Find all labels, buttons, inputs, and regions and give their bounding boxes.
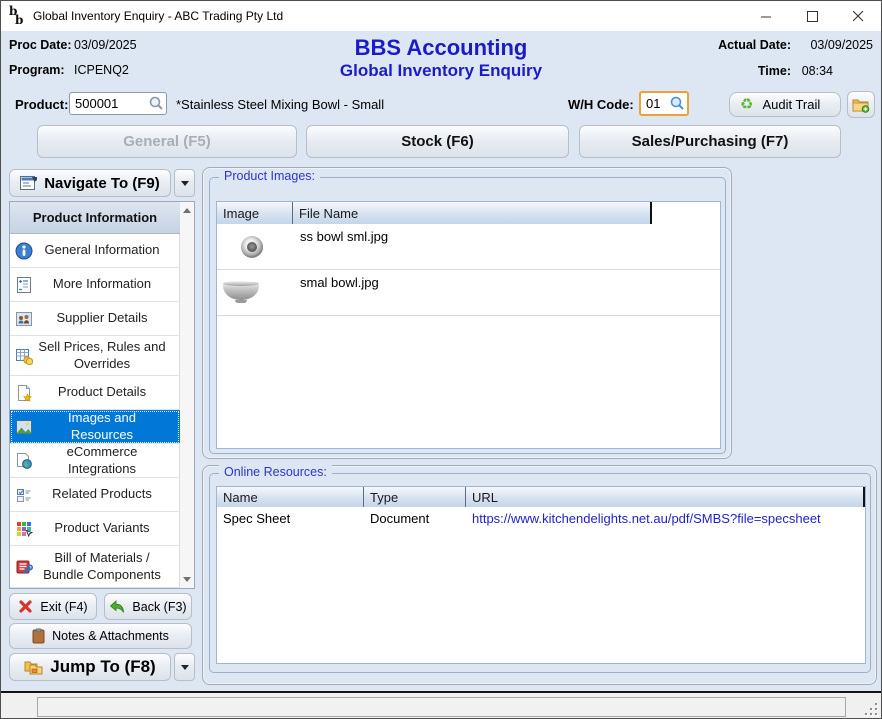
scroll-up-icon[interactable] bbox=[183, 208, 191, 213]
navigate-form-icon bbox=[20, 176, 37, 191]
exit-x-icon bbox=[18, 599, 33, 614]
jump-dropdown-button[interactable] bbox=[174, 653, 195, 681]
column-header-file-name[interactable]: File Name bbox=[293, 202, 652, 224]
jump-to-button[interactable]: Jump To (F8) bbox=[9, 653, 171, 681]
minimize-button[interactable] bbox=[743, 1, 789, 31]
column-header-url[interactable]: URL bbox=[466, 487, 865, 507]
nav-item-product-variants[interactable]: Product Variants bbox=[10, 512, 180, 546]
exit-label: Exit (F4) bbox=[40, 600, 87, 614]
product-description: *Stainless Steel Mixing Bowl - Small bbox=[176, 97, 384, 112]
table-row[interactable]: smal bowl.jpg bbox=[217, 270, 720, 316]
nav-item-images-and-resources[interactable]: Images and Resources bbox=[10, 410, 180, 444]
tab-sales-purchasing[interactable]: Sales/Purchasing (F7) bbox=[579, 125, 841, 158]
app-window: bb Global Inventory Enquiry - ABC Tradin… bbox=[0, 0, 882, 719]
product-search-icon[interactable] bbox=[148, 95, 164, 111]
audit-trail-button[interactable]: ♻ Audit Trail bbox=[729, 92, 841, 117]
maximize-button[interactable] bbox=[789, 1, 835, 31]
product-images-fieldset: Product Images: Image File Name ss bowl … bbox=[209, 177, 726, 454]
product-label: Product: bbox=[15, 97, 68, 112]
navigate-dropdown-button[interactable] bbox=[174, 169, 195, 197]
product-images-table[interactable]: Image File Name ss bowl sml.jpg smal bow… bbox=[216, 201, 721, 449]
nav-item-product-details[interactable]: Product Details bbox=[10, 376, 180, 410]
info-icon bbox=[15, 242, 33, 260]
nav-item-supplier-details[interactable]: Supplier Details bbox=[10, 302, 180, 336]
nav-item-general-information[interactable]: General Information bbox=[10, 234, 180, 268]
column-header-name[interactable]: Name bbox=[217, 487, 364, 507]
resource-url-link[interactable]: https://www.kitchendelights.net.au/pdf/S… bbox=[472, 511, 821, 526]
screen-title: Global Inventory Enquiry bbox=[1, 61, 881, 81]
back-button[interactable]: Back (F3) bbox=[104, 593, 192, 620]
column-header-type[interactable]: Type bbox=[364, 487, 466, 507]
online-resources-fieldset: Online Resources: Name Type URL Spec She… bbox=[209, 473, 871, 673]
supplier-icon bbox=[15, 310, 33, 328]
navigate-to-label: Navigate To (F9) bbox=[44, 175, 160, 192]
online-resources-legend: Online Resources: bbox=[219, 465, 332, 479]
status-bar bbox=[1, 693, 881, 719]
related-products-icon bbox=[15, 486, 33, 504]
scroll-down-icon[interactable] bbox=[183, 577, 191, 582]
new-folder-button[interactable] bbox=[847, 91, 875, 118]
navigate-to-button[interactable]: Navigate To (F9) bbox=[9, 169, 171, 197]
jump-folders-icon bbox=[24, 659, 43, 675]
images-icon bbox=[15, 418, 33, 436]
bowl-top-view-thumbnail[interactable] bbox=[241, 236, 263, 258]
nav-item-sell-prices[interactable]: Sell Prices, Rules and Overrides bbox=[10, 336, 180, 376]
notes-attachments-button[interactable]: Notes & Attachments bbox=[9, 623, 192, 649]
wh-code-label: W/H Code: bbox=[568, 97, 634, 112]
back-arrow-icon bbox=[109, 600, 125, 614]
titlebar: bb Global Inventory Enquiry - ABC Tradin… bbox=[1, 1, 881, 31]
close-button[interactable] bbox=[835, 1, 881, 31]
tab-stock[interactable]: Stock (F6) bbox=[306, 125, 569, 158]
status-message-box bbox=[37, 697, 846, 717]
clipboard-icon bbox=[32, 628, 45, 644]
more-info-icon bbox=[15, 276, 33, 294]
wh-search-icon[interactable] bbox=[669, 95, 685, 111]
bowl-side-view-thumbnail[interactable] bbox=[223, 283, 259, 300]
online-resources-panel: Online Resources: Name Type URL Spec She… bbox=[202, 465, 877, 685]
window-title: Global Inventory Enquiry - ABC Trading P… bbox=[33, 9, 283, 23]
online-resources-table[interactable]: Name Type URL Spec Sheet Document https:… bbox=[216, 486, 866, 664]
resize-grip-icon[interactable] bbox=[863, 701, 877, 715]
nav-item-more-information[interactable]: More Information bbox=[10, 268, 180, 302]
actual-date-value: 03/09/2025 bbox=[810, 38, 873, 52]
nav-item-ecommerce-integrations[interactable]: eCommerce Integrations bbox=[10, 444, 180, 478]
table-row[interactable]: Spec Sheet Document https://www.kitchend… bbox=[217, 507, 865, 529]
notes-label: Notes & Attachments bbox=[52, 629, 169, 643]
nav-section-header: Product Information bbox=[10, 202, 180, 234]
nav-item-bill-of-materials[interactable]: Bill of Materials / Bundle Components bbox=[10, 546, 180, 588]
product-details-icon bbox=[15, 384, 33, 402]
product-images-panel: Product Images: Image File Name ss bowl … bbox=[202, 167, 732, 459]
app-logo-icon: bb bbox=[9, 7, 27, 25]
back-label: Back (F3) bbox=[132, 600, 186, 614]
actual-date-label: Actual Date: bbox=[718, 38, 791, 52]
product-variants-icon bbox=[15, 520, 33, 538]
resource-type: Document bbox=[370, 511, 429, 526]
tab-general[interactable]: General (F5) bbox=[37, 125, 297, 158]
bom-icon bbox=[15, 558, 33, 576]
nav-item-related-products[interactable]: Related Products bbox=[10, 478, 180, 512]
time-label: Time: bbox=[758, 64, 791, 78]
resource-name: Spec Sheet bbox=[223, 511, 290, 526]
time-value: 08:34 bbox=[802, 64, 833, 78]
jump-to-label: Jump To (F8) bbox=[50, 657, 155, 677]
column-header-image[interactable]: Image bbox=[217, 202, 293, 224]
nav-scrollbar[interactable] bbox=[179, 202, 194, 588]
sell-prices-icon bbox=[15, 347, 33, 365]
table-row[interactable]: ss bowl sml.jpg bbox=[217, 224, 720, 270]
recycle-icon: ♻ bbox=[740, 97, 753, 112]
audit-trail-label: Audit Trail bbox=[762, 97, 820, 112]
ecommerce-icon bbox=[15, 452, 33, 470]
folder-plus-icon bbox=[852, 97, 870, 113]
exit-button[interactable]: Exit (F4) bbox=[9, 593, 97, 620]
product-images-legend: Product Images: bbox=[219, 169, 320, 183]
navigation-list: Product Information General Information … bbox=[9, 201, 195, 589]
